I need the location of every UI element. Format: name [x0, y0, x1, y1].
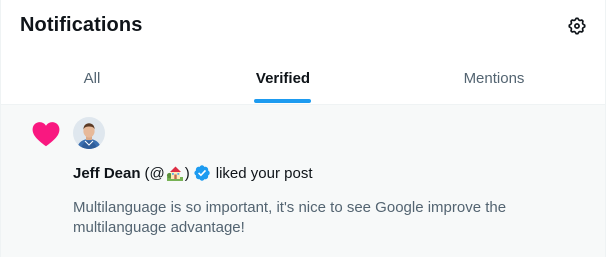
page-title: Notifications: [20, 14, 143, 36]
header: Notifications: [1, 0, 605, 52]
avatar[interactable]: [73, 117, 105, 149]
gear-icon: [568, 17, 586, 35]
avatar-image: [73, 117, 105, 149]
actor-name[interactable]: Jeff Dean: [73, 165, 141, 182]
verified-badge-icon: [194, 165, 210, 181]
settings-button[interactable]: [565, 14, 589, 38]
actor-handle-close: ): [184, 164, 190, 182]
tab-bar: All Verified Mentions: [1, 52, 605, 105]
active-tab-indicator: [254, 99, 311, 103]
actor-handle-open: (@: [144, 164, 165, 182]
notification-actor-line: Jeff Dean (@ ) liked your post: [73, 163, 312, 183]
heart-icon: [32, 122, 60, 147]
tab-mentions[interactable]: Mentions: [383, 52, 605, 104]
tab-all[interactable]: All: [1, 52, 183, 104]
notification-action-text: liked your post: [215, 164, 313, 182]
notifications-panel: Notifications All Verified Mentions Jeff…: [0, 0, 606, 257]
tab-verified[interactable]: Verified: [183, 52, 383, 104]
post-preview-text[interactable]: Multilanguage is so important, it's nice…: [73, 198, 573, 238]
tab-all-label: All: [83, 69, 101, 87]
tab-verified-label: Verified: [255, 69, 311, 87]
house-with-garden-emoji: [166, 166, 183, 181]
tab-mentions-label: Mentions: [463, 69, 525, 87]
